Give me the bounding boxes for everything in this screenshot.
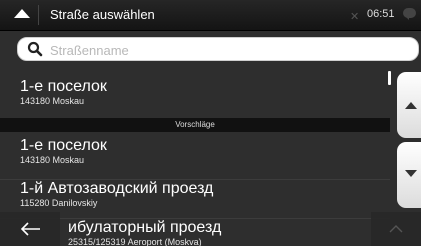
expand-button[interactable]: [371, 212, 421, 246]
street-name: 1-е поселок: [20, 137, 107, 154]
street-name: ибулаторный проезд: [68, 219, 222, 236]
top-bar: Straße auswählen ✕ 06:51: [0, 0, 421, 31]
page-title: Straße auswählen: [50, 7, 155, 22]
triangle-down-icon: [405, 170, 417, 177]
message-icon[interactable]: [403, 8, 416, 20]
street-location: 143180 Moskau: [20, 155, 85, 165]
search-input[interactable]: [48, 40, 412, 60]
triangle-up-icon: [405, 102, 417, 109]
street-location: 25315/125319 Aeroport (Moskva): [68, 237, 202, 246]
gps-signal-icon: ✕: [350, 11, 360, 23]
clock: 06:51: [367, 8, 395, 20]
back-arrow-icon: [20, 222, 40, 236]
chevron-up-icon: [389, 225, 403, 233]
section-header: Vorschläge: [0, 118, 390, 132]
search-field[interactable]: [17, 37, 419, 61]
street-location: 143180 Moskau: [20, 96, 85, 106]
back-button[interactable]: [0, 212, 60, 246]
scroll-up-button[interactable]: [397, 72, 421, 138]
street-location: 115280 Danilovskiy: [20, 198, 98, 208]
street-name: 1-й Автозаводский проезд: [20, 180, 214, 197]
title-divider: [38, 5, 39, 25]
scrollbar-thumb[interactable]: [388, 71, 391, 85]
street-name: 1-е поселок: [20, 78, 107, 95]
scroll-down-button[interactable]: [397, 142, 421, 208]
list-item[interactable]: 1-е поселок 143180 Moskau: [0, 137, 390, 175]
navigation-arrow-icon[interactable]: [14, 9, 30, 18]
search-icon: [27, 41, 43, 57]
